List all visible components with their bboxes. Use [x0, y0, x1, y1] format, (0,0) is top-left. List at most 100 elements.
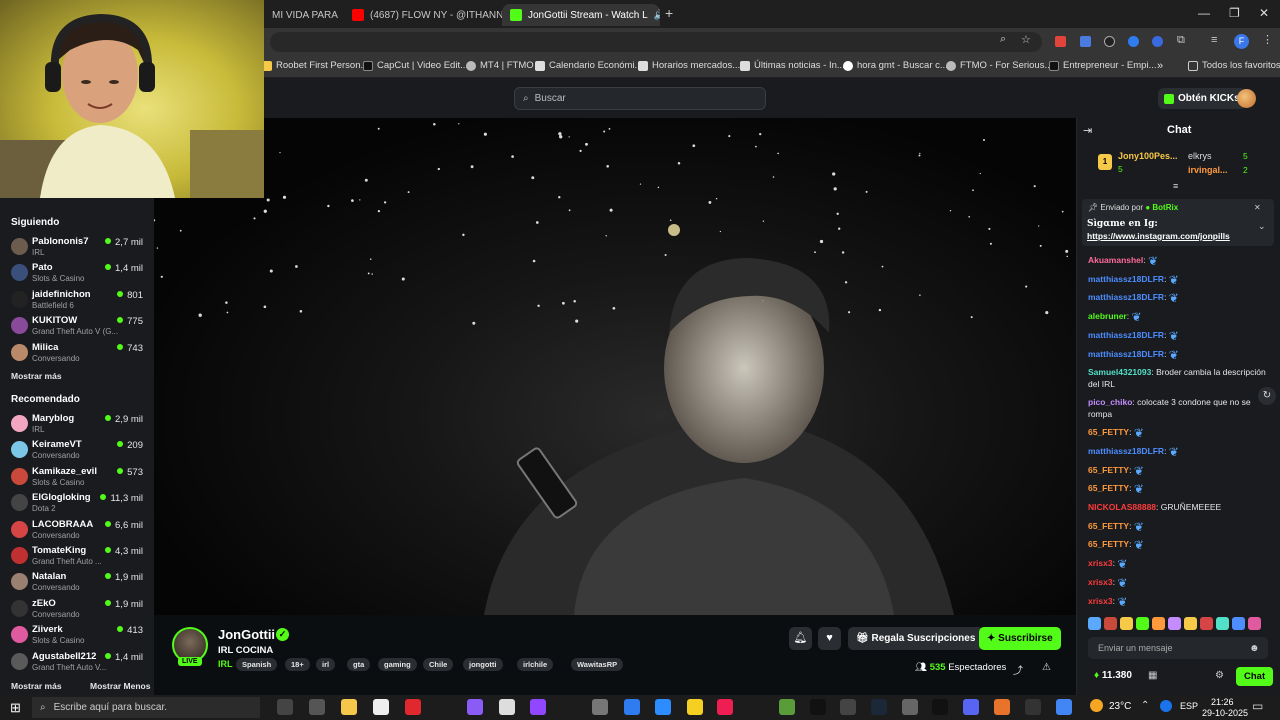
chevron-up-icon[interactable]: ⌃	[1141, 700, 1149, 711]
sidebar-channel[interactable]: KUKITOW Grand Theft Auto V (G... 775	[0, 313, 154, 339]
document-icon[interactable]	[499, 699, 515, 715]
puzzle-icon[interactable]: ⧉	[1177, 34, 1185, 47]
sidebar-channel[interactable]: Natalan Conversando 1,9 mil	[0, 569, 154, 595]
clock-date[interactable]: 29-10-2025	[1202, 708, 1248, 718]
bookmark[interactable]: Roobet First Person...	[262, 60, 368, 71]
user-avatar[interactable]	[1237, 89, 1256, 108]
sidebar-channel[interactable]: TomateKing Grand Theft Auto ... 4,3 mil	[0, 543, 154, 569]
discord-icon[interactable]	[963, 699, 979, 715]
show-more-button[interactable]: Mostrar más	[11, 681, 62, 691]
sidebar-channel[interactable]: Pablononis7 IRL 2,7 mil	[0, 234, 154, 260]
search-input[interactable]: ⌕ Buscar	[514, 87, 766, 110]
all-favorites[interactable]: Todos los favoritos	[1188, 60, 1280, 71]
bookmark[interactable]: Entrepreneur - Empi...	[1049, 60, 1156, 71]
unpin-icon[interactable]: ✕	[1254, 203, 1261, 212]
stream-tag[interactable]: jongotti	[463, 658, 503, 671]
chat-username[interactable]: xrisx3	[1088, 577, 1113, 587]
notification-bell-button[interactable]: 🔔︎	[789, 627, 812, 650]
settings-icon[interactable]	[902, 699, 918, 715]
app-icon[interactable]	[592, 699, 608, 715]
subscribe-button[interactable]: ✦ Suscribirse	[979, 627, 1061, 650]
chat-username[interactable]: 65_FETTY	[1088, 465, 1129, 475]
twitch-icon[interactable]	[530, 699, 546, 715]
emote-icon[interactable]	[1120, 617, 1133, 630]
sidebar-channel[interactable]: Ziiverk Slots & Casino 413	[0, 622, 154, 648]
network-icon[interactable]	[1160, 700, 1172, 712]
extension-icon[interactable]	[1152, 36, 1163, 47]
chat-username[interactable]: xrisx3	[1088, 558, 1113, 568]
emote-icon[interactable]	[1248, 617, 1261, 630]
windows-start-icon[interactable]: ⊞	[10, 700, 21, 716]
sidebar-channel[interactable]: Maryblog IRL 2,9 mil	[0, 411, 154, 437]
file-explorer-icon[interactable]	[341, 699, 357, 715]
browser-tab[interactable]: MI VIDA PARA L ✕	[264, 4, 340, 26]
stream-tag[interactable]: Chile	[423, 658, 454, 671]
minecraft-icon[interactable]	[779, 699, 795, 715]
stream-tag[interactable]: Spanish	[236, 658, 278, 671]
bookmark[interactable]: CapCut | Video Edit...	[363, 60, 468, 71]
emote-icon[interactable]	[1232, 617, 1245, 630]
chat-username[interactable]: matthiassz18DLFR	[1088, 446, 1164, 456]
tiktok-icon[interactable]	[932, 699, 948, 715]
extension-icon[interactable]	[1104, 36, 1115, 47]
stream-tag[interactable]: WawitasRP	[571, 658, 624, 671]
bookmark[interactable]: Calendario Económi...	[535, 60, 642, 71]
emote-icon[interactable]	[1216, 617, 1229, 630]
settings-icon[interactable]: ⚙	[1215, 670, 1224, 681]
taskbar-search[interactable]: ⌕ Escribe aquí para buscar.	[32, 697, 260, 718]
streamer-name[interactable]: JonGottii	[218, 627, 275, 642]
share-icon[interactable]: ⤴	[1013, 662, 1023, 677]
restore-icon[interactable]: ❐	[1229, 6, 1240, 20]
chat-username[interactable]: Akuamanshel	[1088, 255, 1143, 265]
sidebar-channel[interactable]: zEkO Conversando 1,9 mil	[0, 596, 154, 622]
emote-icon[interactable]	[1184, 617, 1197, 630]
sidebar-channel[interactable]: ElGlogloking Dota 2 11,3 mil	[0, 490, 154, 516]
stream-category[interactable]: IRL	[218, 659, 233, 669]
get-kicks-button[interactable]: Obtén KICKs	[1158, 88, 1246, 109]
sidebar-channel[interactable]: Pato Slots & Casino 1,4 mil	[0, 260, 154, 286]
app-icon[interactable]	[687, 699, 703, 715]
sidebar-channel[interactable]: Kamikaze_evil Slots & Casino 573	[0, 464, 154, 490]
chat-username[interactable]: 65_FETTY	[1088, 483, 1129, 493]
chat-username[interactable]: matthiassz18DLFR	[1088, 274, 1164, 284]
menu-kebab-icon[interactable]: ⋮	[1262, 33, 1273, 46]
emote-icon[interactable]	[1088, 617, 1101, 630]
chat-username[interactable]: 65_FETTY	[1088, 539, 1129, 549]
chat-username[interactable]: Samuel4321093	[1088, 367, 1151, 377]
scroll-to-bottom-button[interactable]: ↻	[1258, 387, 1276, 405]
app-icon[interactable]	[467, 699, 483, 715]
emote-icon[interactable]	[1200, 617, 1213, 630]
expand-leaderboard-icon[interactable]: ≡	[1173, 181, 1178, 191]
address-field[interactable]	[270, 32, 1042, 52]
emoji-icon[interactable]: ☻	[1249, 643, 1260, 654]
pinned-link[interactable]: https://www.instagram.com/jonpills	[1087, 231, 1230, 241]
chat-username[interactable]: pico_chiko	[1088, 397, 1132, 407]
capcut-icon[interactable]	[810, 699, 826, 715]
stream-tag[interactable]: gaming	[378, 658, 417, 671]
chat-username[interactable]: alebruner	[1088, 311, 1127, 321]
collapse-chat-icon[interactable]: ⇥	[1083, 124, 1092, 137]
chat-message-input[interactable]: Enviar un mensaje	[1088, 637, 1268, 659]
task-view-icon[interactable]	[309, 699, 325, 715]
show-less-button[interactable]: Mostrar Menos	[90, 681, 150, 691]
notifications-icon[interactable]: ▭	[1252, 699, 1263, 713]
chevron-down-icon[interactable]: ⌄	[1258, 221, 1266, 232]
zoom-icon[interactable]	[655, 699, 671, 715]
search-icon[interactable]: ⌕	[1000, 33, 1006, 46]
opera-icon[interactable]	[405, 699, 421, 715]
app-icon[interactable]	[1025, 699, 1041, 715]
translate-extension-icon[interactable]	[1080, 36, 1091, 47]
star-icon[interactable]: ☆	[1021, 33, 1031, 46]
emote-icon[interactable]	[1152, 617, 1165, 630]
channel-points[interactable]: ♦ 11.380	[1094, 670, 1132, 681]
chat-username[interactable]: NICKOLAS88888	[1088, 502, 1156, 512]
sidebar-channel[interactable]: LACOBRAAA Conversando 6,6 mil	[0, 517, 154, 543]
bookmark[interactable]: Horarios mercados...	[638, 60, 740, 71]
sidebar-channel[interactable]: Agustabell212 Grand Theft Auto V... 1,4 mi…	[0, 649, 154, 675]
chrome-icon[interactable]	[1056, 699, 1072, 715]
extension-icon[interactable]	[1128, 36, 1139, 47]
app-icon[interactable]	[840, 699, 856, 715]
app-icon[interactable]	[624, 699, 640, 715]
tiktok-icon[interactable]	[717, 699, 733, 715]
steam-icon[interactable]	[871, 699, 887, 715]
